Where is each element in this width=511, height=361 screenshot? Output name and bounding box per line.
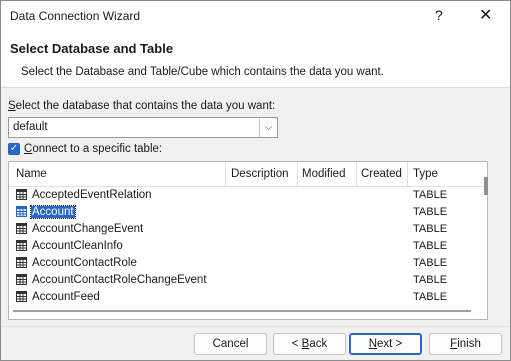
page-subtitle: Select the Database and Table/Cube which…	[21, 66, 384, 78]
table-type: TABLE	[413, 291, 448, 303]
wizard-footer: Cancel < Back Next > Finish	[1, 326, 510, 360]
table-name: AccountContactRole	[32, 257, 137, 269]
database-label: Select the database that contains the da…	[8, 100, 275, 112]
column-header-description[interactable]: Description	[231, 168, 289, 180]
next-button[interactable]: Next >	[349, 333, 422, 355]
connect-specific-table-checkbox[interactable]: ✓	[8, 143, 20, 155]
back-button[interactable]: < Back	[273, 333, 346, 355]
table-type: TABLE	[413, 189, 448, 201]
table-header: Name Description Modified Created Type	[9, 162, 487, 187]
title-bar: Data Connection Wizard ? ✕	[1, 1, 510, 31]
column-divider[interactable]	[297, 162, 298, 186]
table-icon	[16, 274, 27, 285]
vertical-scrollbar-thumb[interactable]	[484, 177, 488, 195]
close-button[interactable]: ✕	[479, 5, 492, 25]
table-name: AccountCleanInfo	[32, 240, 123, 252]
wizard-header: Select Database and Table Select the Dat…	[1, 31, 510, 88]
database-select[interactable]: default ⌵	[8, 117, 278, 138]
back-text: ack	[309, 338, 328, 350]
horizontal-scrollbar-thumb[interactable]	[13, 310, 471, 312]
database-label-accel: S	[8, 100, 16, 112]
table-name: AccountChangeEvent	[32, 223, 144, 235]
column-divider[interactable]	[356, 162, 357, 186]
table-type: TABLE	[413, 223, 448, 235]
table-name: AccountFeed	[32, 291, 100, 303]
column-header-name[interactable]: Name	[16, 168, 47, 180]
back-prefix: <	[291, 338, 302, 350]
connect-specific-table-text: onnect to a specific table:	[32, 143, 163, 155]
next-accel: N	[368, 338, 378, 350]
chevron-down-icon[interactable]: ⌵	[259, 118, 277, 137]
window-title: Data Connection Wizard	[10, 9, 141, 23]
finish-text: inish	[457, 338, 481, 350]
database-select-value: default	[13, 121, 48, 133]
table-icon	[16, 291, 27, 302]
table-type: TABLE	[413, 274, 448, 286]
table-name: Account	[30, 205, 76, 219]
table-icon	[16, 206, 27, 217]
finish-button[interactable]: Finish	[429, 333, 502, 355]
table-row[interactable]: AccountContactRoleChangeEvent TABLE	[9, 272, 487, 289]
table-icon	[16, 189, 27, 200]
table-row[interactable]: AcceptedEventRelation TABLE	[9, 187, 487, 204]
table-type: TABLE	[413, 240, 448, 252]
column-header-type[interactable]: Type	[413, 168, 438, 180]
column-divider[interactable]	[225, 162, 226, 186]
table-icon	[16, 240, 27, 251]
table-row[interactable]: AccountFeed TABLE	[9, 289, 487, 306]
column-header-modified[interactable]: Modified	[302, 168, 345, 180]
help-button[interactable]: ?	[435, 7, 443, 23]
database-label-text: elect the database that contains the dat…	[15, 100, 276, 112]
connect-specific-table-label[interactable]: Connect to a specific table:	[24, 143, 162, 155]
table-row[interactable]: AccountCleanInfo TABLE	[9, 238, 487, 255]
column-header-created[interactable]: Created	[361, 168, 402, 180]
table-row[interactable]: AccountContactRole TABLE	[9, 255, 487, 272]
table-type: TABLE	[413, 206, 448, 218]
table-type: TABLE	[413, 257, 448, 269]
next-text: ext >	[377, 338, 403, 350]
table-icon	[16, 257, 27, 268]
table-row[interactable]: Account TABLE	[9, 204, 487, 221]
data-connection-wizard-window: Data Connection Wizard ? ✕ Select Databa…	[0, 0, 511, 361]
table-name: AccountContactRoleChangeEvent	[32, 274, 207, 286]
tables-list[interactable]: Name Description Modified Created Type A…	[8, 161, 488, 320]
column-divider[interactable]	[407, 162, 408, 186]
table-icon	[16, 223, 27, 234]
table-name: AcceptedEventRelation	[32, 189, 152, 201]
cancel-button[interactable]: Cancel	[194, 333, 267, 355]
table-row[interactable]: AccountChangeEvent TABLE	[9, 221, 487, 238]
page-title: Select Database and Table	[10, 41, 174, 56]
